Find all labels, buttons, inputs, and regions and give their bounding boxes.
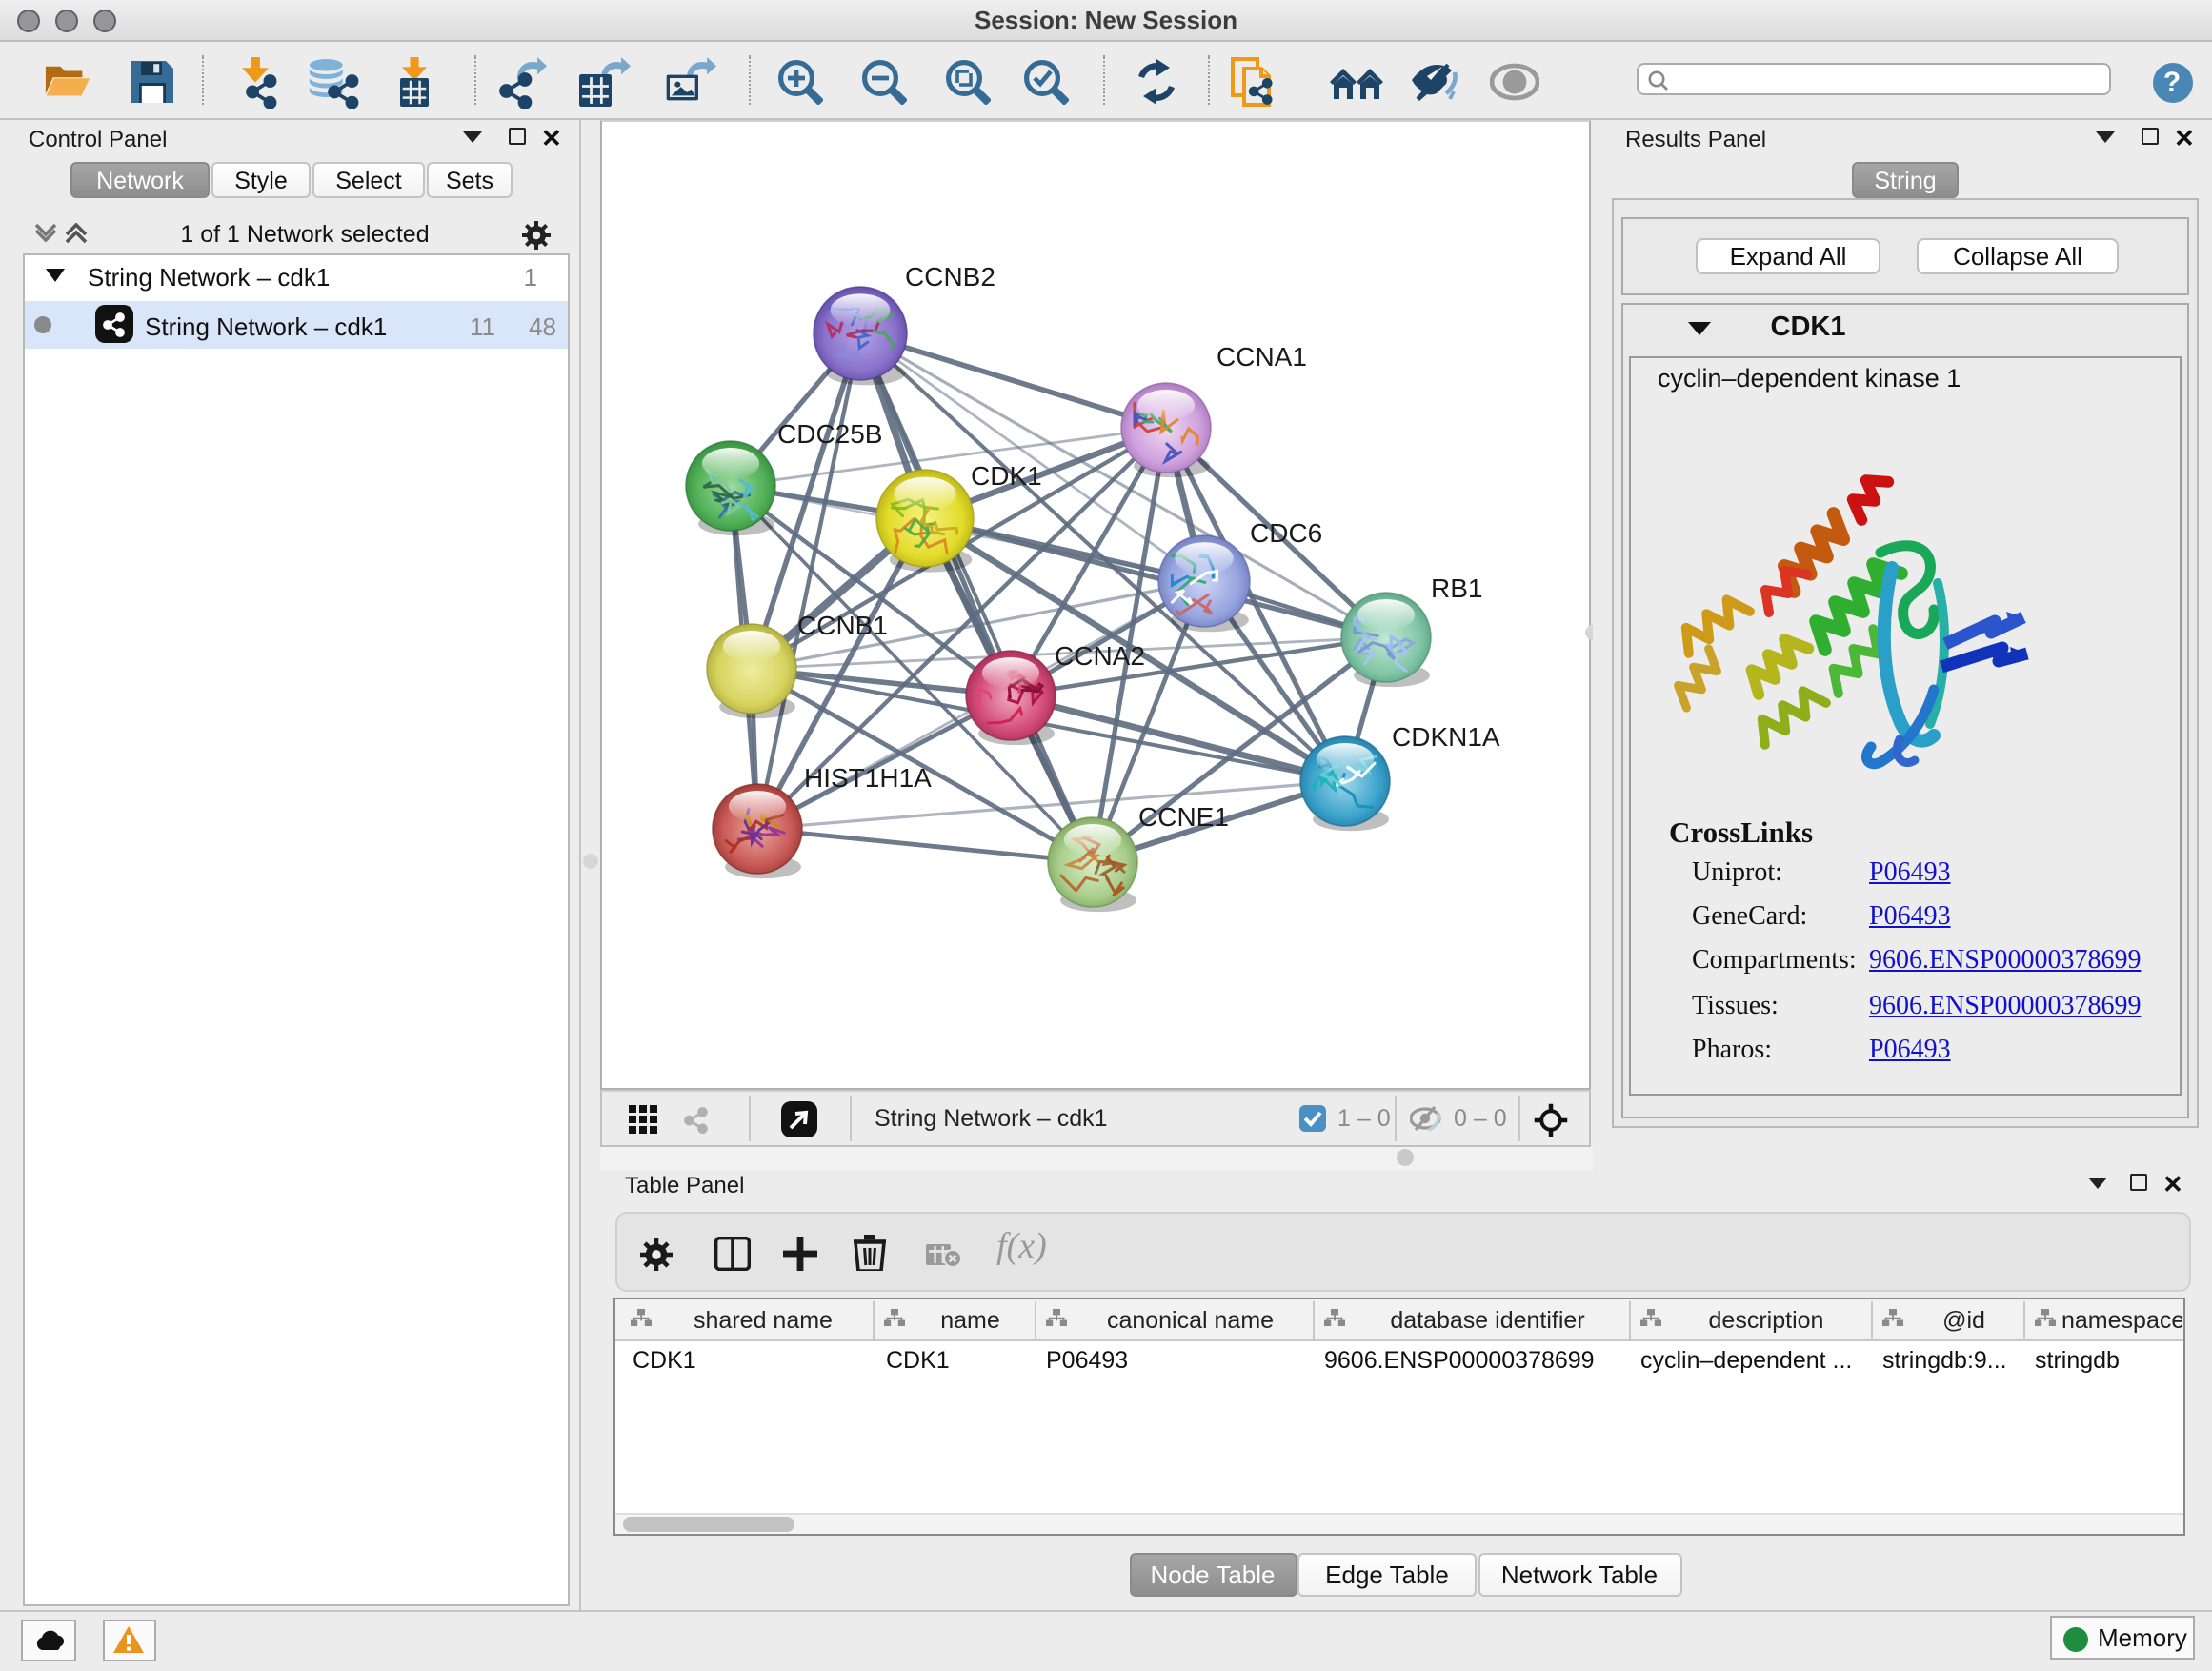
svg-text:CCNE1: CCNE1 (1138, 802, 1229, 832)
svg-text:RB1: RB1 (1431, 574, 1482, 603)
svg-text:CCNA1: CCNA1 (1217, 342, 1307, 372)
svg-text:CDKN1A: CDKN1A (1392, 722, 1500, 752)
svg-text:CCNB1: CCNB1 (797, 611, 888, 640)
svg-text:CCNB2: CCNB2 (905, 262, 995, 292)
svg-text:CDC25B: CDC25B (777, 419, 882, 449)
svg-text:CDK1: CDK1 (971, 461, 1042, 491)
svg-text:CDC6: CDC6 (1250, 518, 1322, 548)
svg-text:HIST1H1A: HIST1H1A (804, 763, 932, 793)
svg-text:CCNA2: CCNA2 (1055, 641, 1145, 671)
